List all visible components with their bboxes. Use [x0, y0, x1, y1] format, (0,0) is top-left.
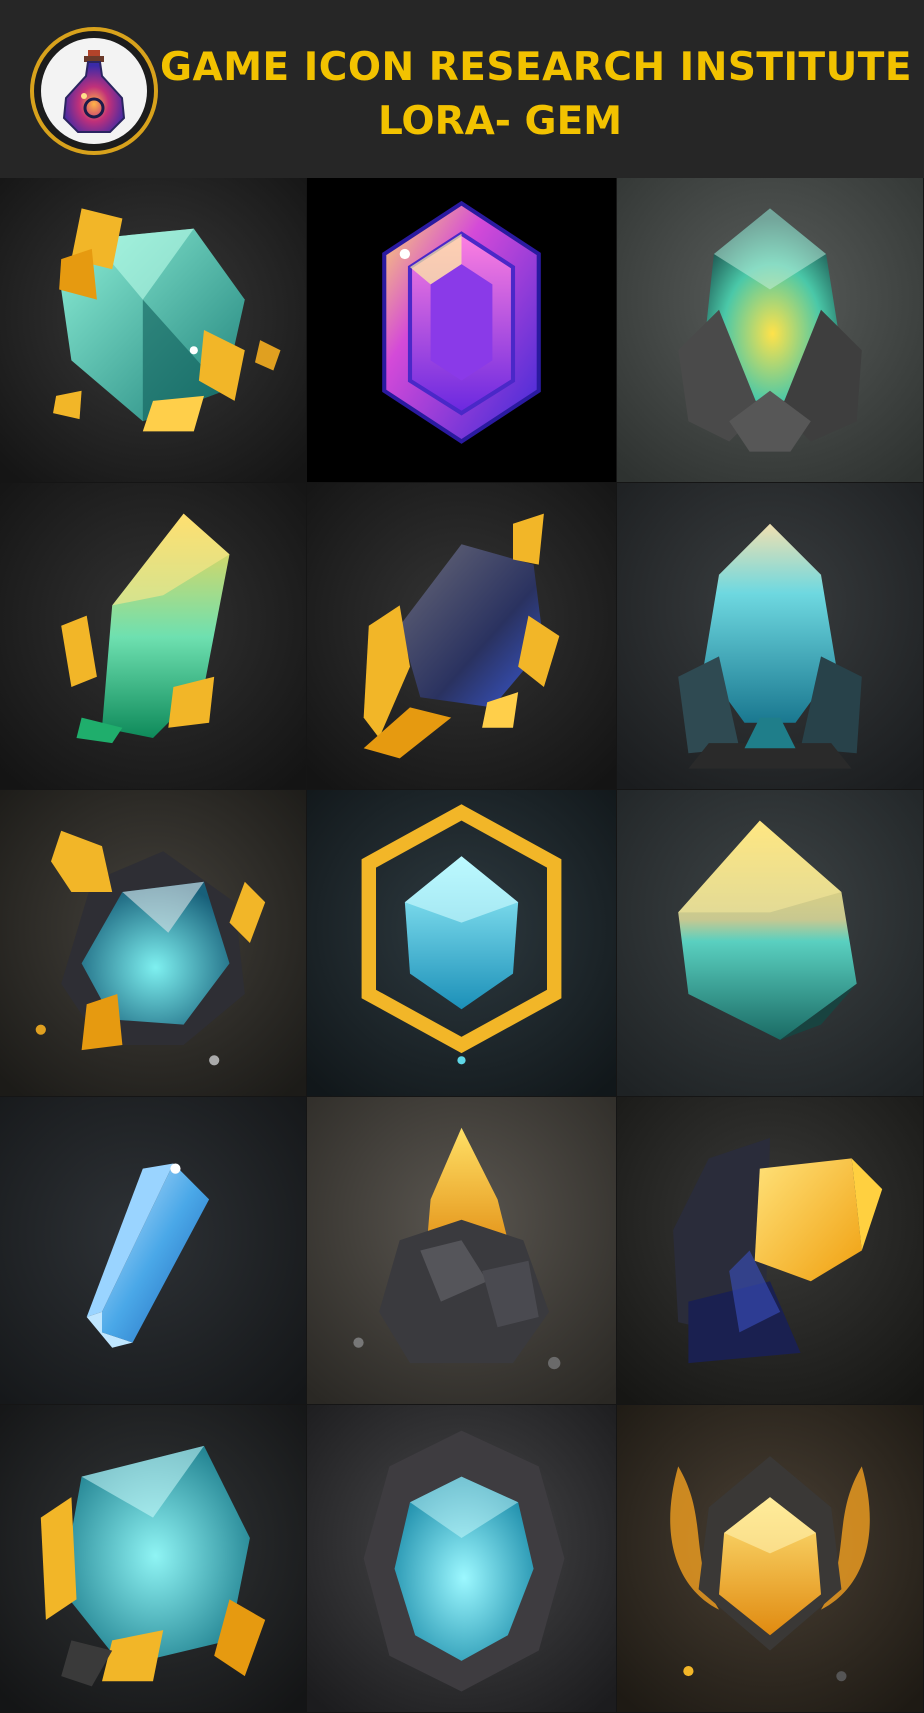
gem-cell-9	[617, 790, 924, 1097]
gem-cell-1	[0, 178, 307, 483]
gem-cell-2	[307, 178, 617, 483]
gem-cell-11	[307, 1097, 617, 1405]
gem-cell-10	[0, 1097, 307, 1405]
cyan-gem-gold-hexagon-frame-icon	[307, 790, 616, 1096]
page-subtitle: LORA- GEM	[377, 99, 623, 144]
potion-bottle-icon	[41, 38, 147, 144]
teal-gem-gold-shards-large-icon	[0, 1405, 306, 1712]
gem-cell-8	[307, 790, 617, 1097]
gem-grid	[0, 178, 924, 1713]
gem-cell-3	[617, 178, 924, 483]
header: GAME ICON RESEARCH INSTITUTE LORA- GEM	[0, 0, 924, 178]
gem-cell-7	[0, 790, 307, 1097]
gem-cell-15	[617, 1405, 924, 1713]
green-gold-crystal-shard-icon	[0, 483, 306, 789]
dark-blue-gem-gold-shards-icon	[307, 483, 616, 789]
gold-dark-crystal-burst-icon	[617, 1097, 923, 1404]
blue-crystal-prism-icon	[0, 1097, 306, 1404]
cyan-gem-in-gold-leaves-rock-icon	[0, 790, 306, 1096]
purple-hexagonal-gem-icon	[307, 178, 616, 482]
teal-gem-gold-shards-icon	[0, 178, 306, 482]
teal-gold-faceted-crystal-icon	[617, 790, 923, 1096]
cyan-crystal-cluster-icon	[617, 483, 923, 789]
gem-cell-12	[617, 1097, 924, 1405]
gold-crystal-on-rock-icon	[307, 1097, 616, 1404]
gem-cell-4	[0, 483, 307, 790]
gem-cell-13	[0, 1405, 307, 1713]
logo	[30, 27, 158, 155]
page-title: GAME ICON RESEARCH INSTITUTE	[160, 45, 913, 90]
gem-cell-14	[307, 1405, 617, 1713]
gem-cell-6	[617, 483, 924, 790]
gold-gem-in-flames-icon	[617, 1405, 923, 1712]
gem-cell-5	[307, 483, 617, 790]
cyan-gem-in-stone-icon	[307, 1405, 616, 1712]
glowing-teal-crystal-in-rock-icon	[617, 178, 923, 482]
